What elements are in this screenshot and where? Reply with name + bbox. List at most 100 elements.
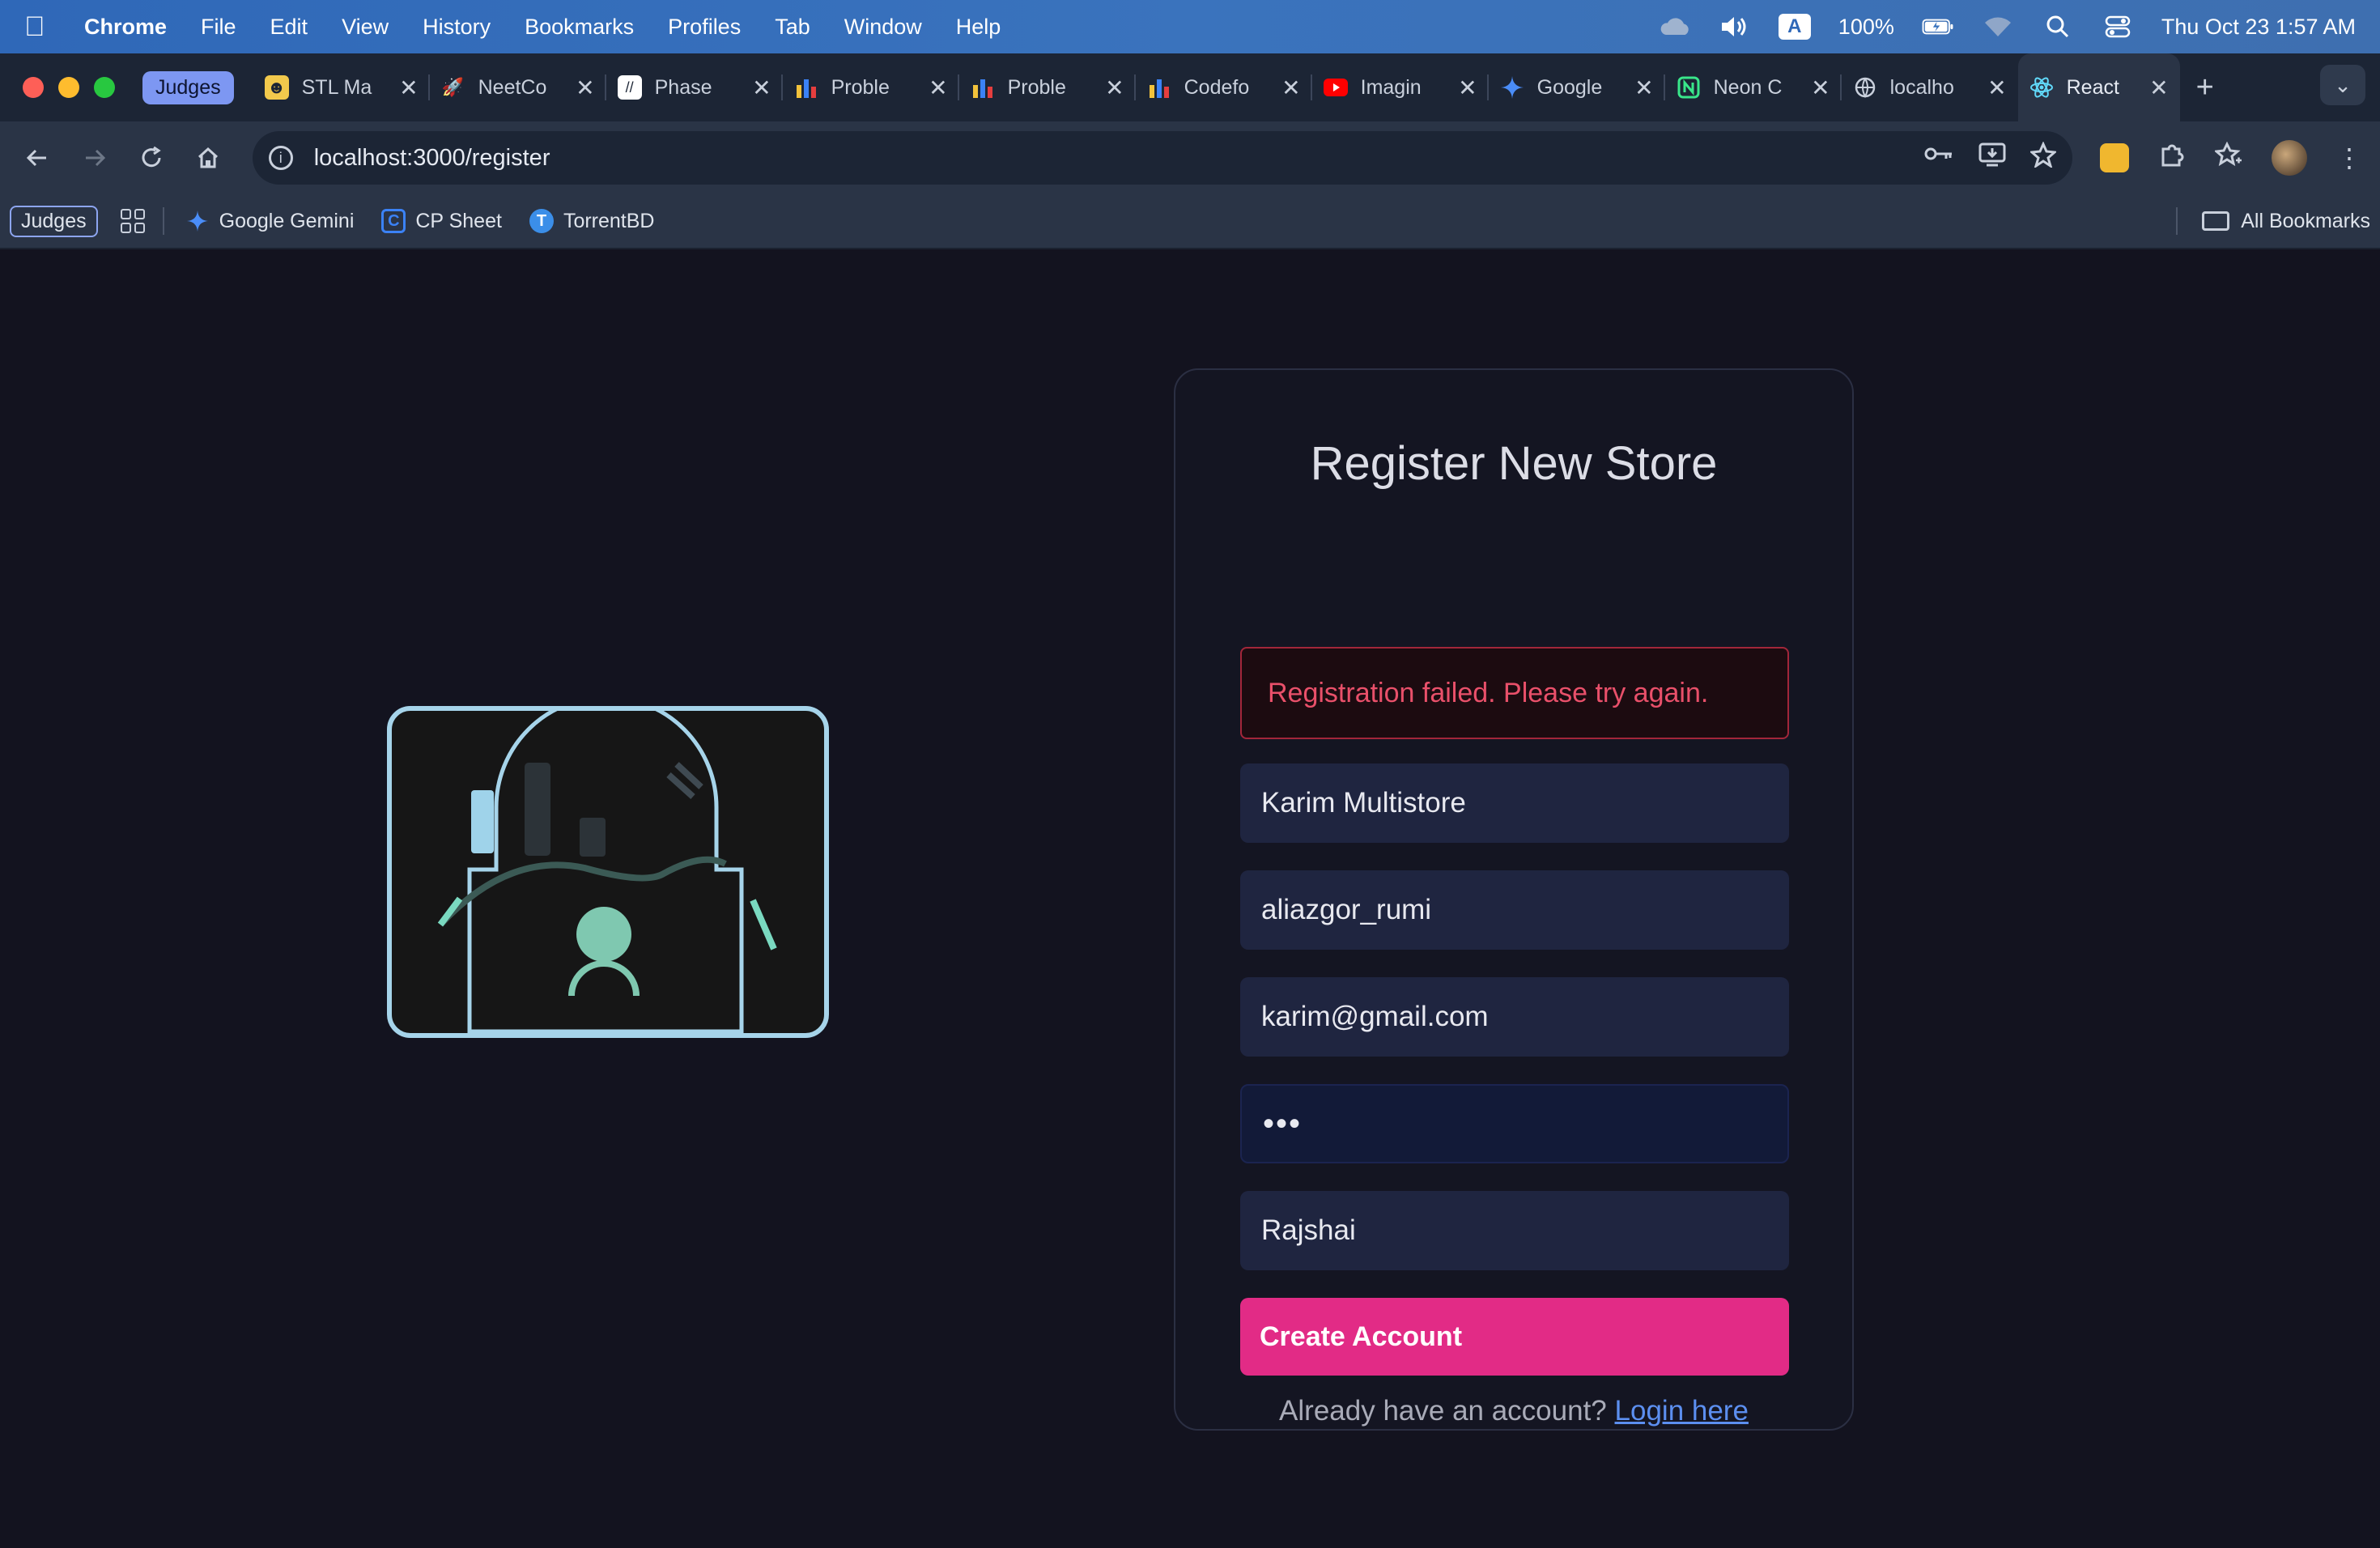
url-text[interactable]: localhost:3000/register [314,145,550,172]
bookmark-cp-sheet[interactable]: C CP Sheet [381,209,502,233]
close-tab-icon[interactable]: ✕ [2149,74,2168,101]
react-icon [2029,75,2054,100]
login-prompt-text: Already have an account? [1279,1395,1607,1427]
login-prompt: Already have an account? Login here [1175,1395,1852,1427]
profile-avatar[interactable] [2271,140,2307,176]
menu-help[interactable]: Help [956,15,1001,40]
menu-history[interactable]: History [423,15,491,40]
reading-list-star-icon[interactable] [2213,141,2242,175]
bookmark-google-gemini[interactable]: Google Gemini [185,209,354,233]
tab-youtube[interactable]: Imagin ✕ [1312,53,1489,121]
close-tab-icon[interactable]: ✕ [1811,74,1830,101]
store-name-input[interactable]: Karim Multistore [1240,763,1789,843]
bookmarks-bar: Judges Google Gemini C CP Sheet T Torren… [0,194,2380,249]
cloud-icon[interactable] [1659,15,1691,39]
bar-chart-icon [1147,75,1171,100]
close-tab-icon[interactable]: ✕ [929,74,947,101]
close-tab-icon[interactable]: ✕ [1987,74,2006,101]
error-alert: Registration failed. Please try again. [1240,647,1789,739]
username-input[interactable]: aliazgor_rumi [1240,870,1789,950]
menu-edit[interactable]: Edit [270,15,308,40]
menu-window[interactable]: Window [844,15,922,40]
tab-strip: Judges ☻ STL Ma ✕ 🚀 NeetCo ✕ // Phase ✕ … [0,53,2380,121]
menu-app-name[interactable]: Chrome [84,15,167,40]
password-key-icon[interactable] [1923,142,1954,174]
zoom-window-button[interactable] [94,77,115,98]
home-button[interactable] [189,138,227,178]
menu-file[interactable]: File [201,15,236,40]
apple-icon[interactable]:  [24,11,63,43]
close-tab-icon[interactable]: ✕ [1634,74,1653,101]
close-tab-icon[interactable]: ✕ [1105,74,1124,101]
close-tab-icon[interactable]: ✕ [576,74,594,101]
menubar-clock[interactable]: Thu Oct 23 1:57 AM [2161,15,2356,40]
minimize-window-button[interactable] [58,77,79,98]
password-input[interactable]: ••• [1240,1084,1789,1163]
tab-neetcode[interactable]: 🚀 NeetCo ✕ [430,53,606,121]
menu-bookmarks[interactable]: Bookmarks [525,15,634,40]
store-illustration [387,706,829,1038]
volume-icon[interactable] [1719,15,1751,39]
apps-grid-icon[interactable] [120,209,145,233]
bookmark-group-judges[interactable]: Judges [10,205,98,237]
email-input[interactable]: karim@gmail.com [1240,977,1789,1057]
bookmark-star-icon[interactable] [2029,141,2058,174]
new-tab-button[interactable]: + [2196,70,2214,105]
menu-view[interactable]: View [342,15,389,40]
extensions-puzzle-icon[interactable] [2158,141,2186,175]
battery-icon[interactable] [1922,15,1954,39]
close-tab-icon[interactable]: ✕ [1458,74,1477,101]
back-button[interactable] [18,138,57,178]
tab-problem-1[interactable]: Proble ✕ [783,53,959,121]
reload-button[interactable] [132,138,171,178]
reload-icon [142,146,161,168]
control-center-icon[interactable] [2102,15,2134,39]
tab-codeforces[interactable]: Codefo ✕ [1136,53,1312,121]
status-area: A 100% Thu Oct 23 1:57 AM [1659,14,2356,40]
battery-percent: 100% [1838,14,1894,39]
tab-phase[interactable]: // Phase ✕ [606,53,783,121]
login-link[interactable]: Login here [1615,1395,1749,1427]
site-info-icon[interactable]: i [268,146,293,170]
tab-label: Proble [831,75,890,99]
chevron-down-icon: ⌄ [2334,72,2352,97]
rocket-icon: 🚀 [441,77,465,97]
input-source-badge[interactable]: A [1778,14,1811,40]
tab-stl[interactable]: ☻ STL Ma ✕ [253,53,430,121]
tab-localhost[interactable]: localho ✕ [1842,53,2018,121]
forward-button[interactable] [74,138,113,178]
address-bar[interactable]: i localhost:3000/register [252,131,2072,185]
phase-icon: // [617,75,642,100]
more-menu-icon[interactable]: ⋮ [2336,142,2362,173]
globe-icon [1853,75,1877,100]
menu-profiles[interactable]: Profiles [668,15,741,40]
close-tab-icon[interactable]: ✕ [1281,74,1300,101]
extension-icon[interactable] [2099,143,2129,172]
tab-label: Imagin [1360,75,1422,99]
tab-label: localho [1889,75,1954,99]
location-input[interactable]: Rajshai [1240,1191,1789,1270]
close-window-button[interactable] [23,77,44,98]
address-bar-actions [1923,141,2058,174]
menu-tab[interactable]: Tab [775,15,810,40]
tab-neon[interactable]: Neon C ✕ [1665,53,1842,121]
bookmarks-divider [162,207,164,235]
cp-sheet-icon: C [381,209,406,233]
install-app-icon[interactable] [1978,142,2006,174]
tab-google[interactable]: Google ✕ [1489,53,1665,121]
bookmark-torrentbd[interactable]: T TorrentBD [529,209,655,233]
wifi-icon[interactable] [1982,15,2014,39]
spotlight-search-icon[interactable] [2042,15,2074,39]
tab-group-label[interactable]: Judges [142,70,234,104]
close-tab-icon[interactable]: ✕ [752,74,771,101]
create-account-button[interactable]: Create Account [1240,1298,1789,1376]
tab-label: NeetCo [478,75,547,99]
tab-label: Phase [654,75,712,99]
tab-label: Codefo [1184,75,1250,99]
tab-search-button[interactable]: ⌄ [2320,65,2365,105]
bookmark-label: TorrentBD [563,209,655,232]
tab-problem-2[interactable]: Proble ✕ [959,53,1136,121]
all-bookmarks-button[interactable]: All Bookmarks [2176,207,2370,235]
close-tab-icon[interactable]: ✕ [399,74,418,101]
tab-react-active[interactable]: React A ✕ [2017,53,2180,121]
